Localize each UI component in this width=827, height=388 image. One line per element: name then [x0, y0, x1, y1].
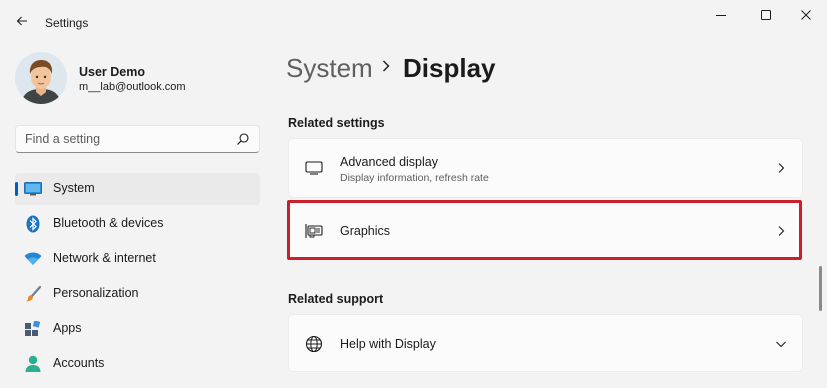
graphics-card[interactable]: Graphics — [288, 201, 803, 259]
close-button[interactable] — [788, 3, 824, 27]
card-title: Help with Display — [340, 337, 436, 351]
wifi-icon — [24, 250, 42, 268]
back-arrow-icon — [16, 16, 27, 26]
minimize-icon — [716, 15, 726, 16]
sidebar-item-network[interactable]: Network & internet — [15, 243, 260, 275]
breadcrumb-parent[interactable]: System — [286, 53, 373, 84]
user-avatar-icon — [15, 52, 67, 104]
active-indicator — [15, 182, 18, 196]
app-title: Settings — [45, 16, 89, 30]
related-settings-heading: Related settings — [288, 116, 385, 130]
monitor-icon — [304, 158, 324, 178]
minimize-button[interactable] — [703, 3, 739, 27]
chevron-right-icon — [778, 163, 785, 173]
back-button[interactable] — [10, 9, 34, 33]
sidebar-item-personalization[interactable]: Personalization — [15, 278, 260, 310]
sidebar-item-label: Bluetooth & devices — [53, 216, 164, 230]
close-icon — [801, 10, 811, 20]
sidebar-item-accounts[interactable]: Accounts — [15, 348, 260, 380]
search-input[interactable] — [16, 126, 231, 152]
apps-icon — [24, 320, 42, 338]
card-title: Graphics — [340, 224, 391, 238]
card-title: Advanced display — [340, 155, 438, 169]
sidebar-item-label: Personalization — [53, 286, 139, 300]
related-support-heading: Related support — [288, 292, 384, 306]
sidebar-item-label: Network & internet — [53, 251, 156, 265]
maximize-icon — [761, 10, 771, 20]
advanced-display-card[interactable]: Advanced display Display information, re… — [288, 138, 803, 198]
sidebar-item-system[interactable]: System — [15, 173, 260, 205]
search-icon[interactable] — [236, 132, 250, 146]
system-icon — [24, 180, 42, 198]
globe-icon — [304, 334, 324, 354]
bluetooth-icon — [24, 215, 42, 233]
sidebar-item-label: Apps — [53, 321, 82, 335]
chevron-right-icon — [778, 226, 785, 236]
scrollbar-thumb[interactable] — [819, 266, 822, 311]
maximize-button[interactable] — [748, 3, 784, 27]
user-email: m__lab@outlook.com — [79, 81, 186, 93]
user-name: User Demo — [79, 65, 145, 79]
title-bar: Settings — [0, 0, 827, 44]
graphics-card-icon — [304, 221, 324, 241]
search-box[interactable] — [15, 125, 260, 153]
accounts-icon — [24, 355, 42, 373]
avatar[interactable] — [15, 52, 67, 104]
sidebar-item-apps[interactable]: Apps — [15, 313, 260, 345]
chevron-down-icon[interactable] — [775, 338, 787, 350]
sidebar-item-label: System — [53, 181, 95, 195]
brush-icon — [24, 285, 42, 303]
sidebar-item-label: Accounts — [53, 356, 105, 370]
help-with-display-card[interactable]: Help with Display — [288, 314, 803, 372]
page-title: Display — [403, 53, 496, 83]
card-subtitle: Display information, refresh rate — [340, 172, 489, 184]
sidebar-item-bluetooth[interactable]: Bluetooth & devices — [15, 208, 260, 240]
breadcrumb-chevron-icon — [383, 60, 390, 72]
